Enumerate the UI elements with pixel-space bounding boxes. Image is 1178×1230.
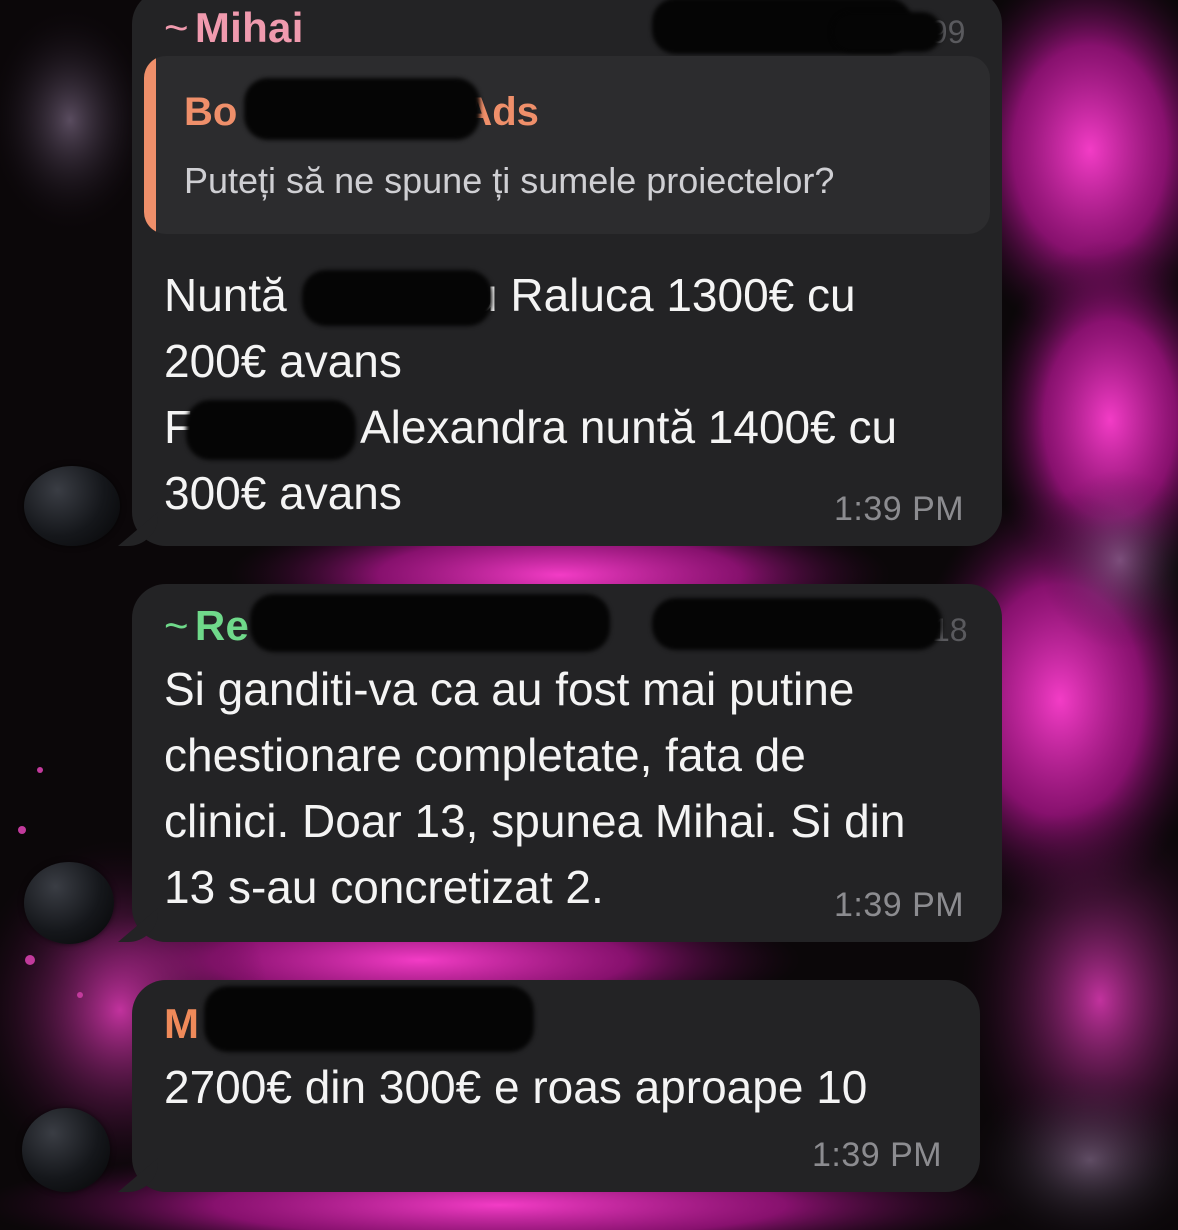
message-line: u Raluca 1300€ cu [472,269,856,321]
sender-name[interactable]: ~ Mihai [164,4,304,52]
redaction-mark [302,270,492,326]
sender-name[interactable]: ~ Re [164,602,249,650]
message-line: Nuntă [164,269,287,321]
sender-name-text: Mihai [194,4,304,51]
message-line: chestionare completate, fata de [164,729,806,781]
redaction-mark [244,78,480,140]
redaction-mark [652,598,942,650]
message-line: Alexandra nuntă 1400€ cu [360,401,898,453]
sender-prefix: ~ [164,602,189,649]
quote-text: Puteți să ne spune ți sumele proiectelor… [184,160,835,201]
message-line: 13 s-au concretizat 2. [164,861,604,913]
message-timestamp: 1:39 PM [812,1136,943,1174]
message-bubble[interactable]: ~ Re 18 Si ganditi-va ca au fost mai puti… [118,584,1002,942]
redaction-mark [832,12,942,52]
avatar[interactable] [24,466,120,546]
message-bubble[interactable]: M 2700€ din 300€ e roas aproape 10 1:39 … [118,980,980,1192]
message-line: 2700€ din 300€ e roas aproape 10 [164,1061,868,1113]
redaction-mark [186,400,356,460]
sender-prefix: ~ [164,4,189,51]
avatar[interactable] [22,1108,110,1192]
redaction-mark [250,594,610,652]
sender-name-text: Re [194,602,250,649]
message-bubble[interactable]: ~Mihai 199 BoAds Puteți să ne spune ți s… [118,0,1002,546]
quote-accent-bar [144,56,156,234]
sender-name[interactable]: M [164,1000,199,1048]
message-line: 300€ avans [164,467,402,519]
avatar[interactable] [24,862,114,944]
message-timestamp: 1:39 PM [834,490,965,528]
message-line: clinici. Doar 13, spunea Mihai. Si din [164,795,906,847]
message-timestamp: 1:39 PM [834,886,965,924]
message-line: Si ganditi-va ca au fost mai putine [164,663,855,715]
redaction-mark [204,986,534,1052]
message-line: 200€ avans [164,335,402,387]
reply-quote[interactable]: Bo Ads Puteți să ne spune ți sumele proie… [144,56,990,234]
